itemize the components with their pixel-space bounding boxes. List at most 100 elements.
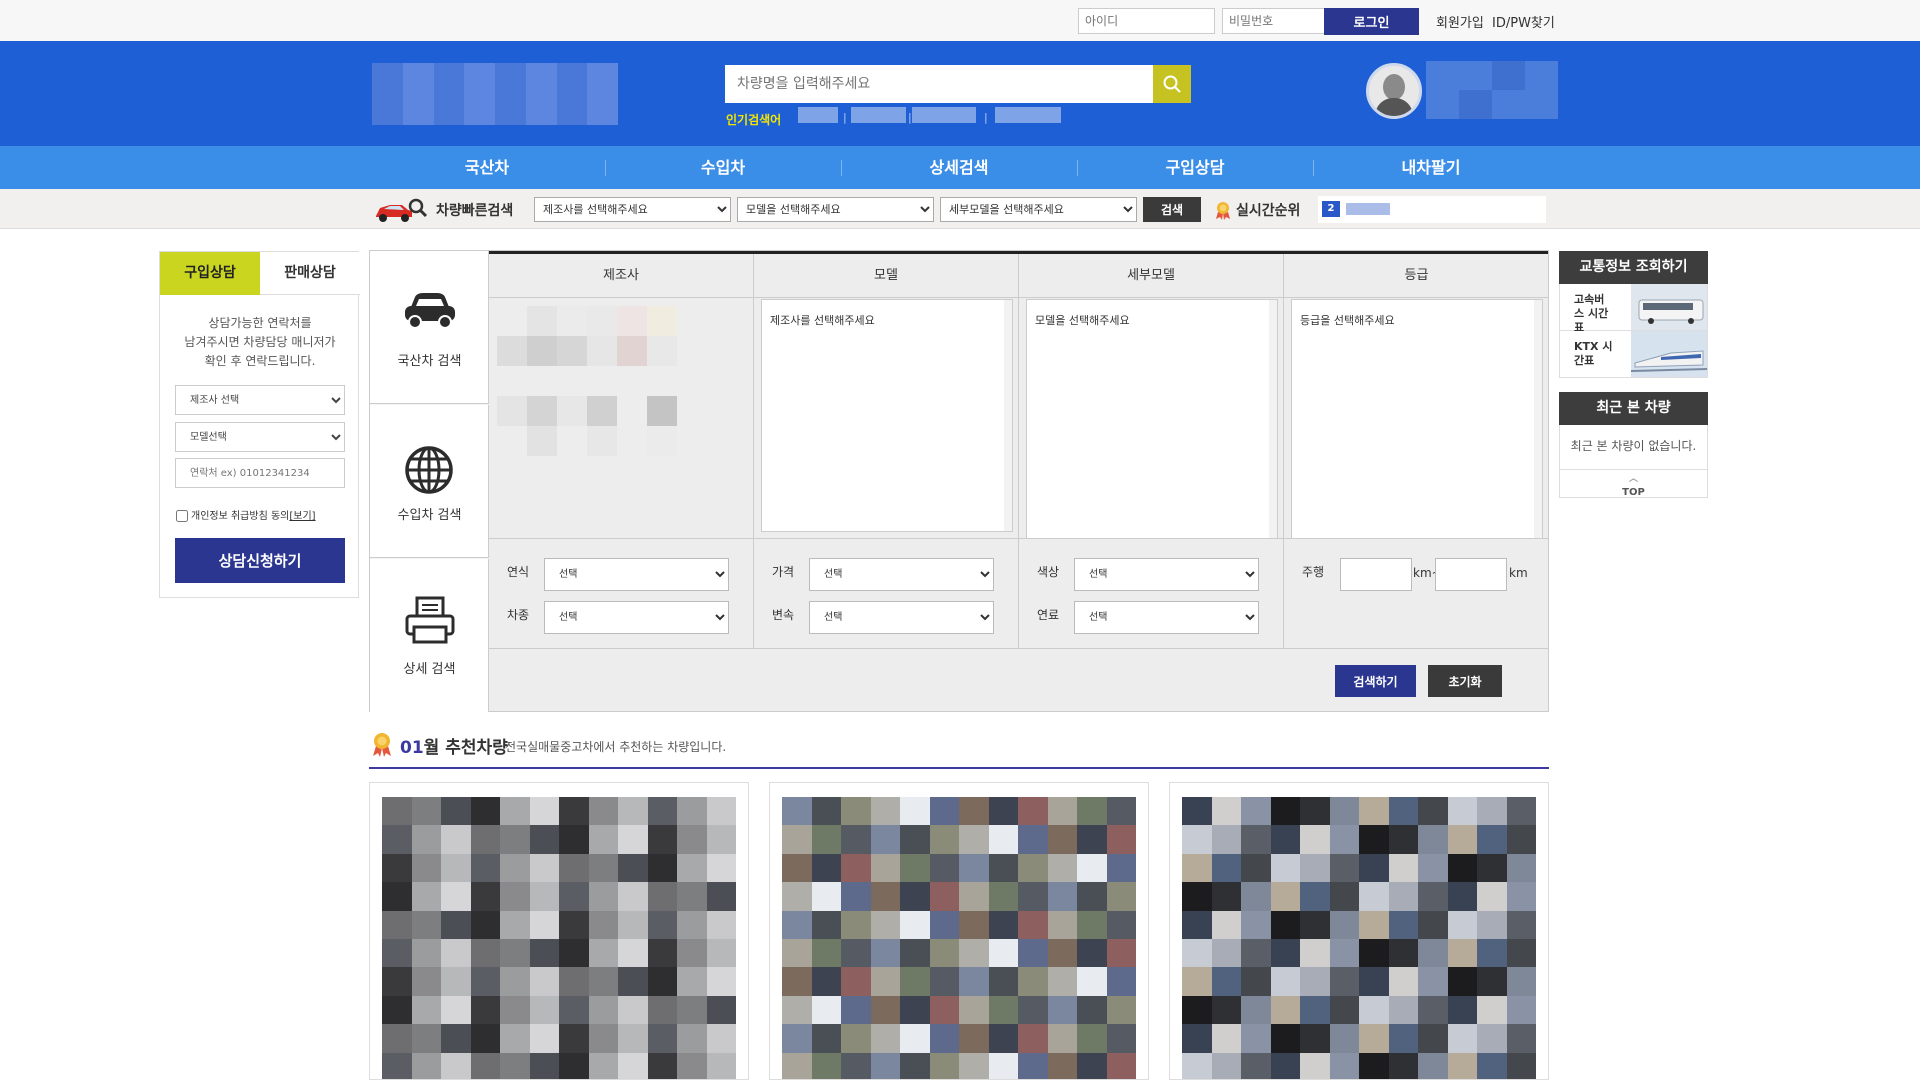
photo-pixel [1418, 967, 1448, 996]
color-select[interactable]: 선택 [1074, 558, 1259, 591]
detail-model-list-box[interactable]: 모델을 선택해주세요 [1026, 299, 1278, 539]
model-list-scrollbar[interactable] [1004, 300, 1012, 531]
car-type-select[interactable]: 선택 [544, 601, 729, 634]
signup-link[interactable]: 회원가입 [1436, 12, 1484, 31]
car-name-search-input[interactable] [725, 65, 1153, 103]
photo-pixel [1447, 910, 1477, 939]
grade-list-scrollbar[interactable] [1534, 300, 1542, 538]
quick-model-select[interactable]: 모델을 선택해주세요 [737, 197, 934, 222]
popular-keyword[interactable] [912, 107, 976, 123]
nav-detail-search[interactable]: 상세검색 [841, 146, 1077, 189]
photo-pixel [1300, 910, 1330, 939]
recommended-car-card[interactable] [1169, 782, 1549, 1080]
mileage-min-input[interactable] [1340, 558, 1412, 591]
photo-pixel [411, 853, 441, 883]
photo-pixel [1418, 910, 1448, 939]
bus-timetable-link[interactable]: 고속버스 시간표 [1559, 284, 1708, 334]
photo-pixel [1506, 882, 1536, 911]
photo-pixel [559, 910, 589, 939]
photo-pixel [782, 967, 812, 996]
consult-maker-select[interactable]: 제조사 선택 [175, 385, 345, 415]
detail-model-list-scrollbar[interactable] [1269, 300, 1277, 538]
photo-pixel [1418, 938, 1448, 968]
detail-search-tab[interactable]: 상세 검색 [370, 559, 489, 712]
privacy-agree-checkbox[interactable] [176, 510, 188, 522]
photo-pixel [618, 853, 648, 883]
photo-pixel [441, 1052, 471, 1079]
photo-pixel [1506, 938, 1536, 968]
popular-keyword[interactable] [798, 107, 838, 123]
photo-pixel [1506, 825, 1536, 854]
nav-imported-cars[interactable]: 수입차 [605, 146, 841, 189]
popular-keyword[interactable] [851, 107, 906, 123]
find-id-pw-link[interactable]: ID/PW찾기 [1492, 12, 1555, 31]
tab-purchase-consult[interactable]: 구입상담 [160, 252, 260, 295]
consult-desc-line: 상담가능한 연락처를 [208, 316, 312, 330]
do-search-button[interactable]: 검색하기 [1335, 665, 1416, 697]
price-select[interactable]: 선택 [809, 558, 994, 591]
privacy-view-link[interactable]: [보기] [289, 511, 315, 522]
photo-pixel [1047, 967, 1077, 996]
domestic-search-label: 국산차 검색 [397, 354, 462, 369]
photo-pixel [529, 967, 559, 996]
photo-pixel [706, 797, 736, 826]
quick-maker-select[interactable]: 제조사를 선택해주세요 [534, 197, 731, 222]
maker-logo-list[interactable] [497, 306, 727, 456]
photo-pixel [1506, 853, 1536, 883]
model-column-header: 모델 [754, 254, 1018, 298]
recommended-car-card[interactable] [769, 782, 1149, 1080]
consult-model-select[interactable]: 모델선택 [175, 422, 345, 452]
user-id-input[interactable] [1078, 8, 1215, 34]
photo-pixel [988, 1052, 1018, 1079]
nav-domestic-cars[interactable]: 국산차 [369, 146, 605, 189]
scroll-top-button[interactable]: ︿ TOP [1559, 470, 1708, 498]
photo-pixel [1270, 797, 1300, 826]
mileage-max-input[interactable] [1435, 558, 1507, 591]
photo-pixel [411, 995, 441, 1025]
photo-pixel [1359, 882, 1389, 911]
photo-pixel [1359, 797, 1389, 826]
grade-list-box[interactable]: 등급을 선택해주세요 [1291, 299, 1543, 539]
consult-submit-button[interactable]: 상담신청하기 [175, 538, 345, 583]
photo-pixel [706, 825, 736, 854]
photo-pixel [1329, 1052, 1359, 1079]
reset-button[interactable]: 초기화 [1428, 665, 1502, 697]
photo-pixel [782, 995, 812, 1025]
nav-purchase-consult[interactable]: 구입상담 [1077, 146, 1313, 189]
photo-pixel [1211, 797, 1241, 826]
login-button[interactable]: 로그인 [1324, 8, 1419, 35]
transmission-select[interactable]: 선택 [809, 601, 994, 634]
photo-pixel [1418, 882, 1448, 911]
domestic-search-tab[interactable]: 국산차 검색 [370, 251, 489, 404]
recommended-car-card[interactable] [369, 782, 749, 1080]
consult-phone-input[interactable] [175, 458, 345, 488]
model-column: 모델 제조사를 선택해주세요 [754, 254, 1019, 541]
fuel-select[interactable]: 선택 [1074, 601, 1259, 634]
photo-pixel [988, 995, 1018, 1025]
popular-keyword[interactable] [995, 107, 1061, 123]
photo-pixel [441, 853, 471, 883]
imported-search-tab[interactable]: 수입차 검색 [370, 405, 489, 558]
photo-pixel [782, 938, 812, 968]
nav-sell-my-car[interactable]: 내차팔기 [1313, 146, 1549, 189]
photo-pixel [1418, 797, 1448, 826]
tab-sale-consult[interactable]: 판매상담 [260, 252, 360, 295]
photo-pixel [1270, 910, 1300, 939]
model-list-box[interactable]: 제조사를 선택해주세요 [761, 299, 1013, 532]
photo-pixel [1477, 825, 1507, 854]
realtime-ranking-ticker[interactable]: 2 [1318, 196, 1546, 223]
photo-pixel [1211, 1052, 1241, 1079]
ktx-timetable-link[interactable]: KTX 시간표 [1559, 331, 1708, 378]
quick-detail-model-select[interactable]: 세부모델을 선택해주세요 [940, 197, 1137, 222]
photo-pixel [618, 967, 648, 996]
year-select[interactable]: 선택 [544, 558, 729, 591]
search-button[interactable] [1153, 65, 1191, 103]
rank-keyword[interactable] [1346, 203, 1390, 215]
photo-pixel [1477, 882, 1507, 911]
photo-pixel [1182, 882, 1212, 911]
photo-pixel [1047, 797, 1077, 826]
quick-search-button[interactable]: 검색 [1143, 197, 1201, 222]
search-actions: 검색하기 초기화 [489, 648, 1548, 711]
km-unit: km [1509, 566, 1528, 580]
site-logo[interactable] [372, 63, 618, 125]
